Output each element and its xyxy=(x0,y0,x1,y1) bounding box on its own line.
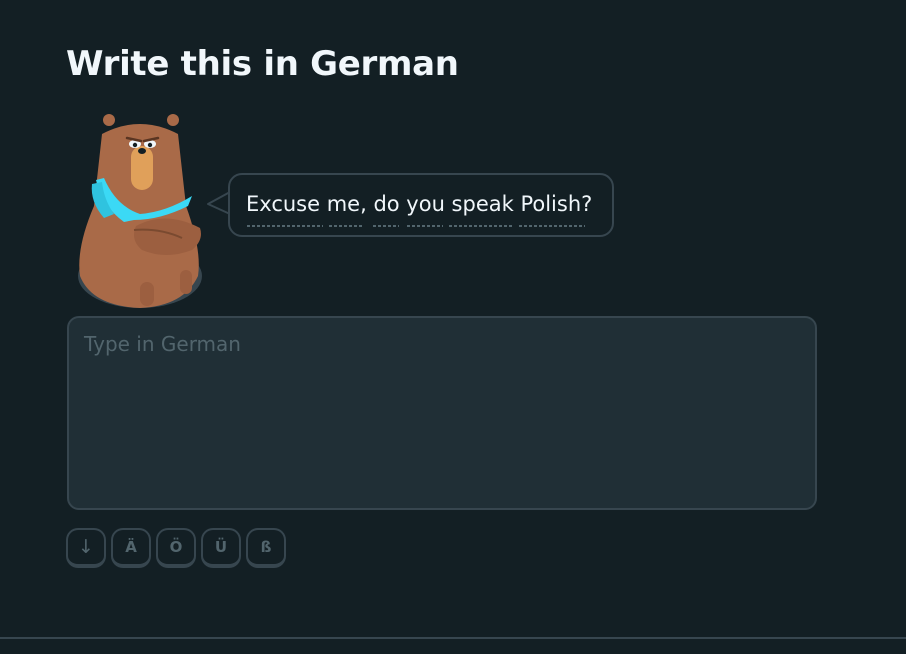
char-u-umlaut-button[interactable]: Ü xyxy=(201,528,241,568)
speech-bubble: Excuse me, do you speak Polish? xyxy=(228,173,614,237)
bear-character-icon xyxy=(78,114,202,308)
prompt-sentence[interactable]: Excuse me, do you speak Polish? xyxy=(246,192,592,216)
char-o-umlaut-button[interactable]: Ö xyxy=(156,528,196,568)
hint-underline xyxy=(247,225,585,227)
collapse-keyboard-button[interactable]: ↓ xyxy=(66,528,106,568)
char-a-umlaut-button[interactable]: Ä xyxy=(111,528,151,568)
special-characters-bar: ↓ Ä Ö Ü ß xyxy=(66,528,286,568)
footer-divider xyxy=(0,637,906,639)
lesson-page: Write this in German Excuse me, do you s… xyxy=(0,0,906,654)
char-eszett-button[interactable]: ß xyxy=(246,528,286,568)
answer-input[interactable] xyxy=(67,316,817,510)
exercise-title: Write this in German xyxy=(66,44,459,84)
